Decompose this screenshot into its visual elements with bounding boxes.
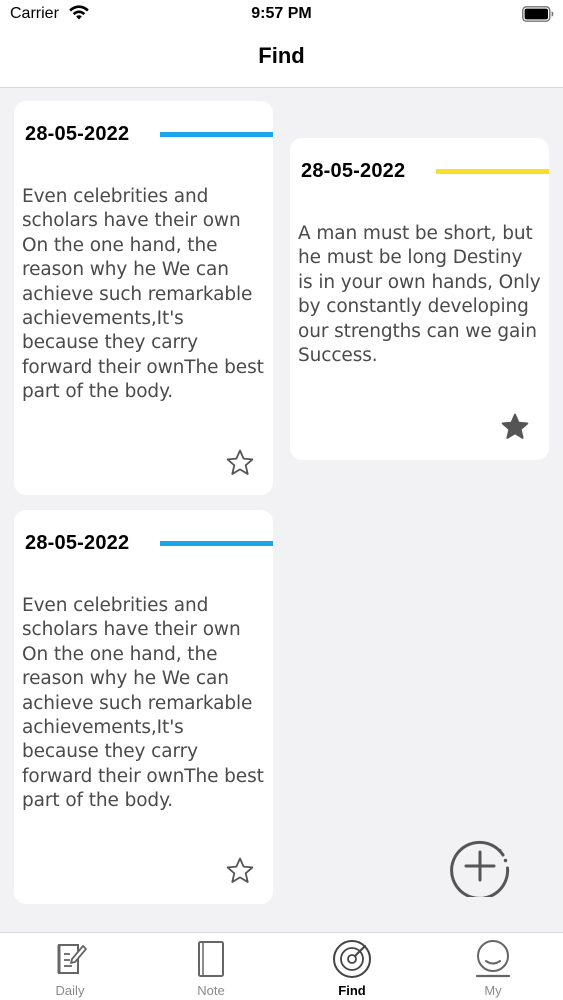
star-filled-icon[interactable] xyxy=(500,412,530,442)
card-date: 28-05-2022 xyxy=(25,532,130,554)
card-date: 28-05-2022 xyxy=(25,123,130,145)
tab-label: Note xyxy=(197,983,225,998)
card-accent-line xyxy=(436,169,549,174)
tab-label: My xyxy=(484,983,502,998)
my-profile-icon xyxy=(475,940,511,978)
star-outline-icon[interactable] xyxy=(225,856,255,886)
battery-icon xyxy=(522,6,554,22)
daily-edit-icon xyxy=(57,944,87,974)
card-body-text: Even celebrities and scholars have their… xyxy=(22,595,264,812)
page-title: Find xyxy=(258,43,305,68)
find-radar-icon xyxy=(333,940,371,978)
tab-my[interactable]: My xyxy=(423,933,563,1000)
tab-daily[interactable]: Daily xyxy=(0,933,140,1000)
tab-note[interactable]: Note xyxy=(141,933,281,1000)
status-bar: Carrier 9:57 PM xyxy=(0,0,563,30)
note-book-icon xyxy=(198,941,224,977)
tab-find[interactable]: Find xyxy=(282,933,422,1000)
card-accent-line xyxy=(160,541,273,546)
navigation-bar: Find xyxy=(0,30,563,88)
note-card[interactable]: 28-05-2022 A man must be short, but he m… xyxy=(290,138,549,460)
note-card[interactable]: 28-05-2022 Even celebrities and scholars… xyxy=(14,101,273,495)
tab-label: Daily xyxy=(55,983,85,998)
card-accent-line xyxy=(160,132,273,137)
star-outline-icon[interactable] xyxy=(225,448,255,478)
add-circle-icon[interactable] xyxy=(449,835,511,897)
tab-bar: Daily Note Find My xyxy=(0,932,563,1000)
note-card[interactable]: 28-05-2022 Even celebrities and scholars… xyxy=(14,510,273,904)
status-time: 9:57 PM xyxy=(251,5,312,22)
tab-label: Find xyxy=(338,983,366,998)
card-date: 28-05-2022 xyxy=(301,160,406,182)
card-body-text: Even celebrities and scholars have their… xyxy=(22,186,264,403)
card-body-text: A man must be short, but he must be long… xyxy=(298,223,541,367)
